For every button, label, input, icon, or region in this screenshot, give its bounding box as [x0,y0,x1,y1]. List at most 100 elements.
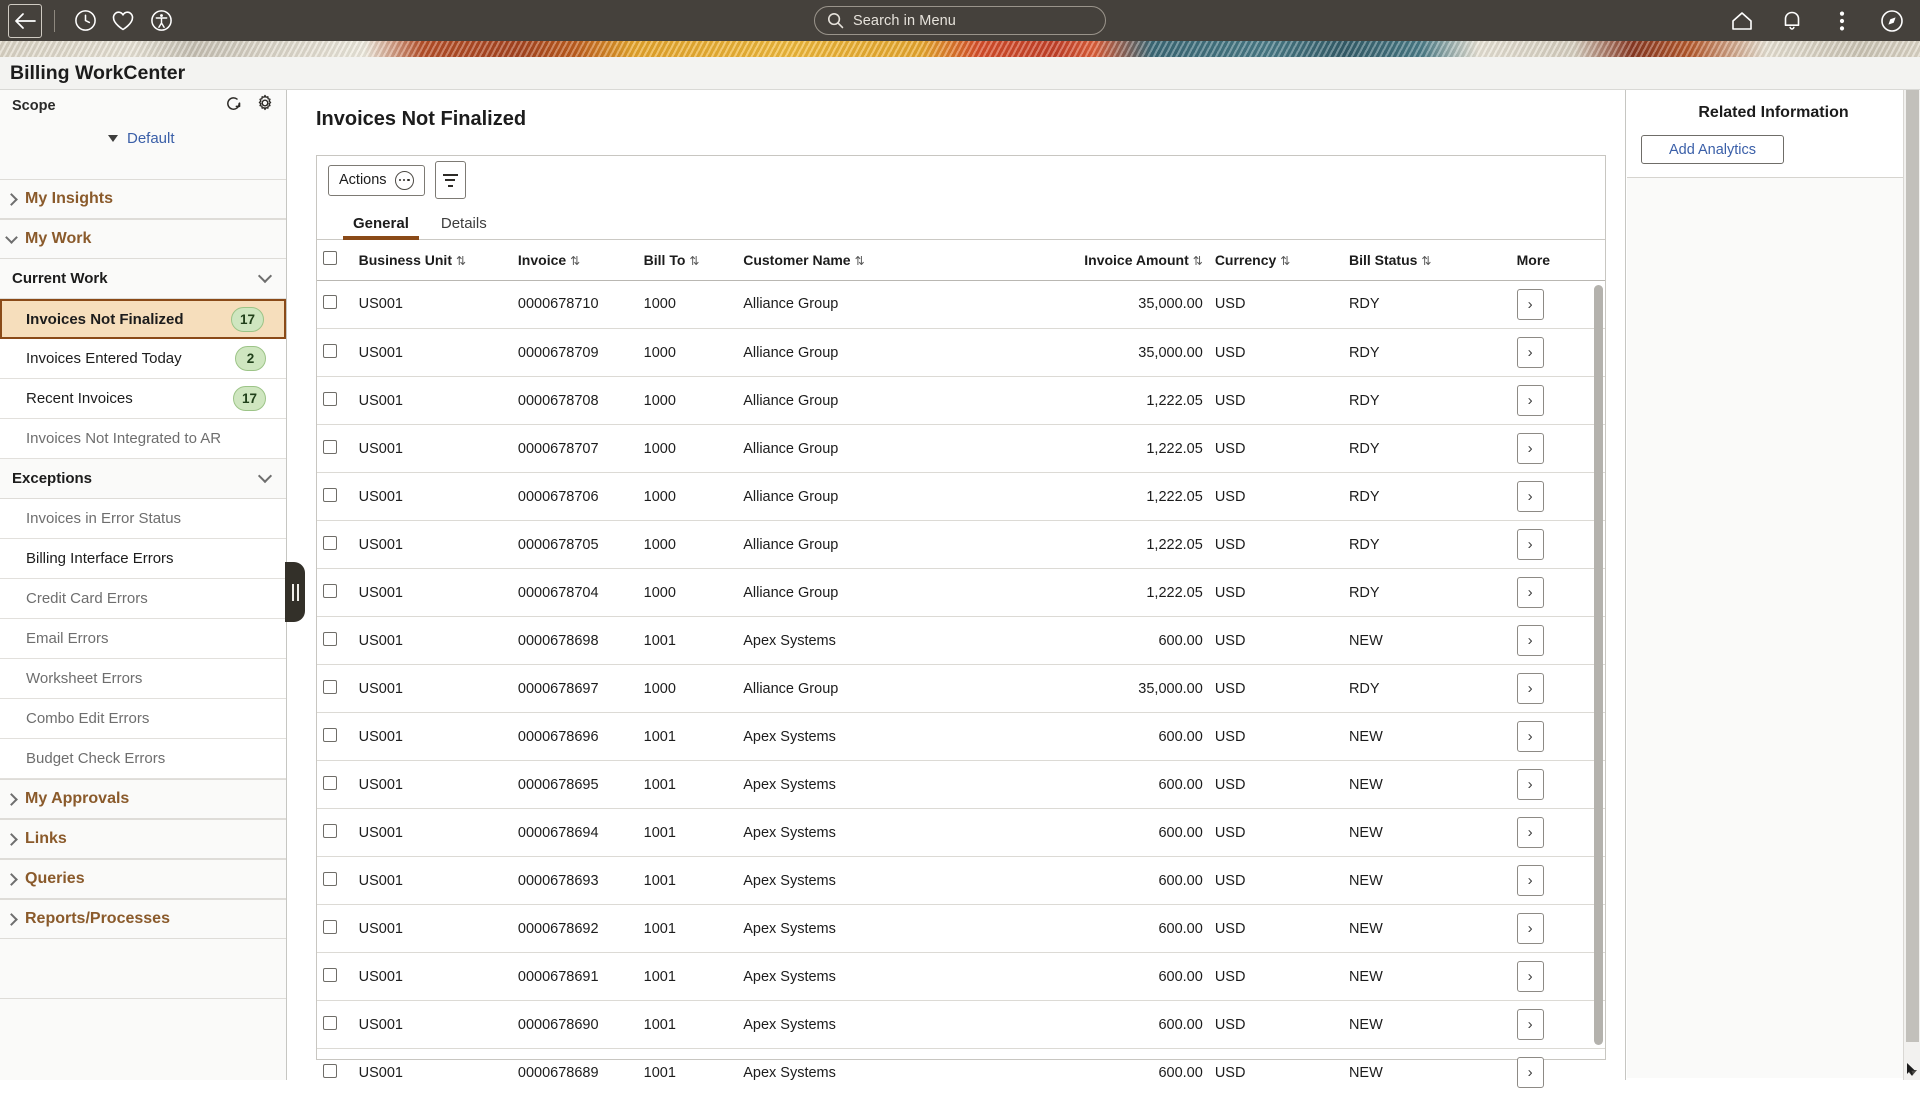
table-row[interactable]: US00100006786941001Apex Systems600.00USD… [317,809,1605,857]
row-checkbox[interactable] [323,968,337,982]
sort-icon[interactable]: ⇅ [1193,254,1203,268]
table-row[interactable]: US00100006787041000Alliance Group1,222.0… [317,569,1605,617]
sort-icon[interactable]: ⇅ [689,254,699,268]
sort-icon[interactable]: ⇅ [1421,254,1431,268]
row-checkbox[interactable] [323,632,337,646]
favorites-button[interactable] [105,3,141,39]
sidebar-section-my-work[interactable]: My Work [0,219,286,259]
table-row[interactable]: US00100006786951001Apex Systems600.00USD… [317,761,1605,809]
row-detail-button[interactable]: › [1517,721,1544,752]
table-row[interactable]: US00100006786911001Apex Systems600.00USD… [317,953,1605,1001]
row-checkbox[interactable] [323,728,337,742]
table-row[interactable]: US00100006786891001Apex Systems600.00USD… [317,1049,1605,1093]
row-detail-button[interactable]: › [1517,817,1544,848]
sidebar-item-worksheet-errors[interactable]: Worksheet Errors [0,659,286,699]
sidebar-group-exceptions[interactable]: Exceptions [0,459,286,499]
sidebar-section-my-insights[interactable]: My Insights [0,179,286,219]
table-row[interactable]: US00100006786921001Apex Systems600.00USD… [317,905,1605,953]
scope-selector[interactable]: Default [0,121,286,155]
row-detail-button[interactable]: › [1517,625,1544,656]
page-scrollbar-thumb[interactable] [1906,90,1919,1042]
table-row[interactable]: US00100006786901001Apex Systems600.00USD… [317,1001,1605,1049]
table-row[interactable]: US00100006787061000Alliance Group1,222.0… [317,473,1605,521]
sidebar-collapse-handle[interactable] [285,562,305,622]
table-row[interactable]: US00100006786971000Alliance Group35,000.… [317,665,1605,713]
sidebar-section-reports-processes[interactable]: Reports/Processes [0,899,286,939]
row-detail-button[interactable]: › [1517,769,1544,800]
row-detail-button[interactable]: › [1517,673,1544,704]
row-detail-button[interactable]: › [1517,913,1544,944]
table-row[interactable]: US00100006787101000Alliance Group35,000.… [317,281,1605,329]
row-checkbox[interactable] [323,872,337,886]
row-detail-button[interactable]: › [1517,385,1544,416]
row-detail-button[interactable]: › [1517,433,1544,464]
navbar-button[interactable] [1874,3,1910,39]
row-detail-button[interactable]: › [1517,529,1544,560]
sidebar-section-links[interactable]: Links [0,819,286,859]
sort-icon[interactable]: ⇅ [1280,254,1290,268]
table-row[interactable]: US00100006786931001Apex Systems600.00USD… [317,857,1605,905]
row-checkbox[interactable] [323,1016,337,1030]
column-header-business-unit[interactable]: Business Unit⇅ [353,240,512,280]
row-detail-button[interactable]: › [1517,1009,1544,1040]
row-detail-button[interactable]: › [1517,289,1544,320]
grid-vertical-scrollbar[interactable] [1594,285,1603,1089]
table-row[interactable]: US00100006786981001Apex Systems600.00USD… [317,617,1605,665]
table-row[interactable]: US00100006787081000Alliance Group1,222.0… [317,377,1605,425]
sidebar-item-combo-edit-errors[interactable]: Combo Edit Errors [0,699,286,739]
row-checkbox[interactable] [323,680,337,694]
tab-general[interactable]: General [337,215,425,239]
sidebar-item-invoices-not-finalized[interactable]: Invoices Not Finalized 17 [0,299,286,339]
column-header-invoice-amount[interactable]: Invoice Amount⇅ [989,240,1209,280]
sort-icon[interactable]: ⇅ [456,254,466,268]
filter-button[interactable] [435,161,466,199]
select-all-checkbox[interactable] [323,251,337,265]
table-row[interactable]: US00100006787071000Alliance Group1,222.0… [317,425,1605,473]
sidebar-section-my-approvals[interactable]: My Approvals [0,779,286,819]
row-checkbox[interactable] [323,920,337,934]
sort-icon[interactable]: ⇅ [855,254,865,268]
row-checkbox[interactable] [323,1064,337,1078]
tab-details[interactable]: Details [425,215,503,239]
sidebar-group-current-work[interactable]: Current Work [0,259,286,299]
row-checkbox[interactable] [323,488,337,502]
row-checkbox[interactable] [323,295,337,309]
grid-scrollbar-thumb[interactable] [1594,285,1603,1045]
row-checkbox[interactable] [323,344,337,358]
row-checkbox[interactable] [323,584,337,598]
refresh-button[interactable] [225,95,242,117]
recently-visited-button[interactable] [67,3,103,39]
sidebar-section-queries[interactable]: Queries [0,859,286,899]
sidebar-item-email-errors[interactable]: Email Errors [0,619,286,659]
column-header-bill-to[interactable]: Bill To⇅ [638,240,738,280]
row-detail-button[interactable]: › [1517,961,1544,992]
row-detail-button[interactable]: › [1517,1057,1544,1088]
row-checkbox[interactable] [323,440,337,454]
search-input[interactable]: Search in Menu [814,6,1106,35]
column-header-bill-status[interactable]: Bill Status⇅ [1343,240,1511,280]
sidebar-item-recent-invoices[interactable]: Recent Invoices 17 [0,379,286,419]
column-header-customer-name[interactable]: Customer Name⇅ [737,240,989,280]
row-checkbox[interactable] [323,824,337,838]
row-detail-button[interactable]: › [1517,337,1544,368]
row-checkbox[interactable] [323,392,337,406]
row-checkbox[interactable] [323,536,337,550]
accessibility-button[interactable] [143,3,179,39]
column-header-invoice[interactable]: Invoice⇅ [512,240,638,280]
add-analytics-button[interactable]: Add Analytics [1641,135,1784,164]
row-detail-button[interactable]: › [1517,481,1544,512]
scope-value-link[interactable]: Default [127,130,175,147]
sort-icon[interactable]: ⇅ [570,254,580,268]
actions-button[interactable]: Actions [328,165,425,196]
row-detail-button[interactable]: › [1517,865,1544,896]
notifications-button[interactable] [1774,3,1810,39]
sidebar-item-invoices-in-error-status[interactable]: Invoices in Error Status [0,499,286,539]
sidebar-item-invoices-not-integrated-to-ar[interactable]: Invoices Not Integrated to AR [0,419,286,459]
table-row[interactable]: US00100006787091000Alliance Group35,000.… [317,329,1605,377]
column-header-currency[interactable]: Currency⇅ [1209,240,1343,280]
scope-settings-button[interactable] [256,94,274,117]
sidebar-item-budget-check-errors[interactable]: Budget Check Errors [0,739,286,779]
sidebar-item-billing-interface-errors[interactable]: Billing Interface Errors [0,539,286,579]
table-row[interactable]: US00100006786961001Apex Systems600.00USD… [317,713,1605,761]
home-button[interactable] [1724,3,1760,39]
